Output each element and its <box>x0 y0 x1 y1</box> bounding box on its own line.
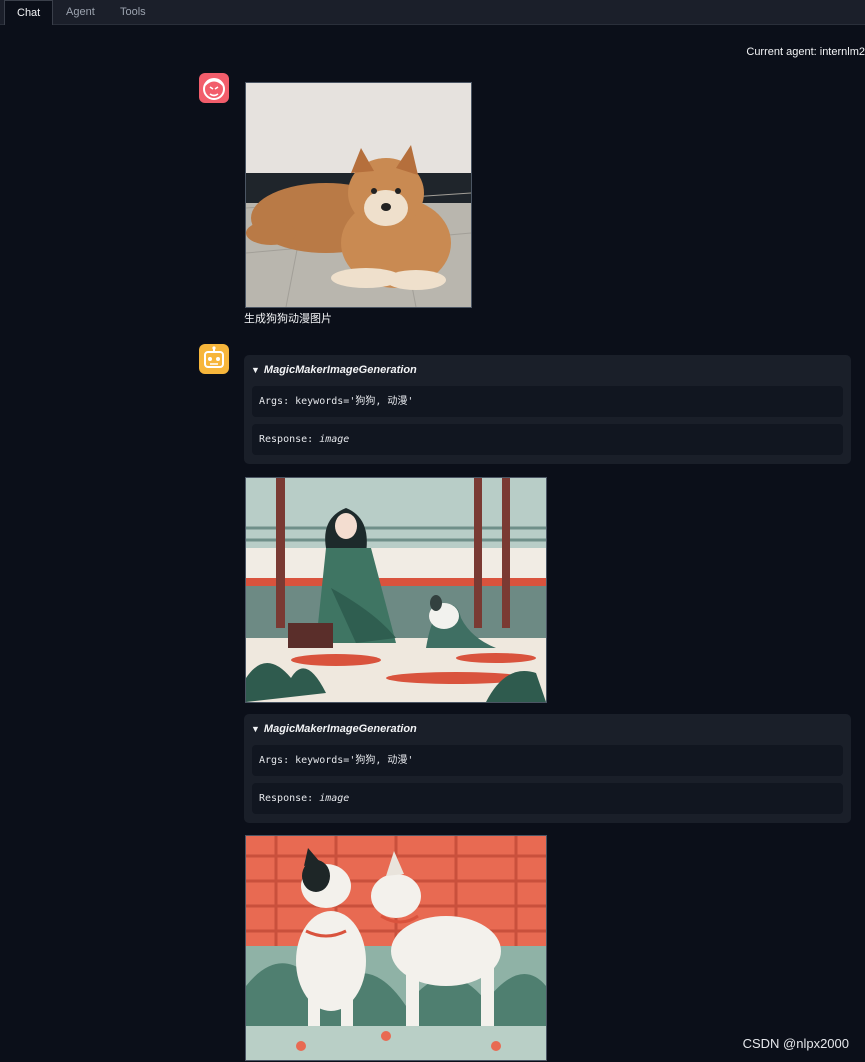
generated-image <box>245 477 547 703</box>
triangle-down-icon: ▼ <box>251 365 260 375</box>
response-value: image <box>319 434 350 445</box>
tab-tools[interactable]: Tools <box>108 0 158 24</box>
tool-call-summary[interactable]: ▼ MagicMakerImageGeneration <box>251 723 417 735</box>
response-label: Response: <box>259 434 320 445</box>
user-uploaded-photo <box>245 82 472 308</box>
args-label: Args: keywords= <box>259 396 350 407</box>
tool-name: MagicMakerImageGeneration <box>263 723 417 735</box>
tab-agent[interactable]: Agent <box>54 0 107 24</box>
watermark: CSDN @nlpx2000 <box>742 1036 849 1051</box>
tool-call-panel[interactable]: ▼ MagicMakerImageGeneration Args: keyword… <box>244 355 851 464</box>
user-message-text: 生成狗狗动漫图片 <box>244 313 332 325</box>
user-avatar-icon <box>199 73 229 103</box>
args-value: '狗狗, 动漫' <box>349 396 414 407</box>
response-label: Response: <box>259 793 320 804</box>
current-agent-label: Current agent: internlm2 <box>746 46 865 58</box>
args-label: Args: keywords= <box>259 755 350 766</box>
tool-args-box: Args: keywords='狗狗, 动漫' <box>252 745 843 776</box>
tool-call-panel[interactable]: ▼ MagicMakerImageGeneration Args: keyword… <box>244 714 851 823</box>
tool-response-box: Response: image <box>252 783 843 814</box>
tab-bar: Chat Agent Tools <box>0 0 865 25</box>
args-value: '狗狗, 动漫' <box>349 755 414 766</box>
tab-chat[interactable]: Chat <box>4 0 54 25</box>
tool-name: MagicMakerImageGeneration <box>263 364 417 376</box>
tool-response-box: Response: image <box>252 424 843 455</box>
robot-icon <box>199 344 229 374</box>
tool-call-summary[interactable]: ▼ MagicMakerImageGeneration <box>251 364 417 376</box>
tool-args-box: Args: keywords='狗狗, 动漫' <box>252 386 843 417</box>
response-value: image <box>319 793 350 804</box>
generated-image <box>245 835 547 1061</box>
triangle-down-icon: ▼ <box>251 724 260 734</box>
